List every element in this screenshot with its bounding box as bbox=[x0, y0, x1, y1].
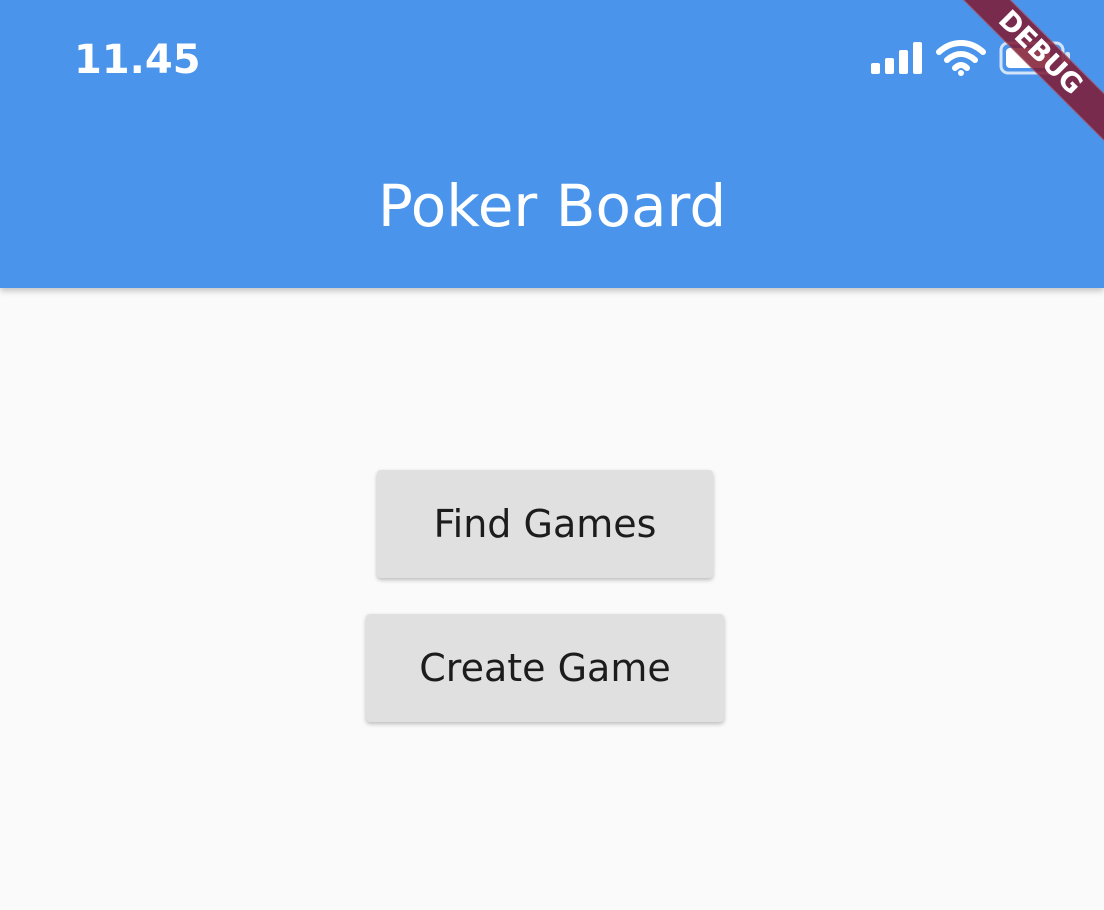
app-bar: 11.45 Poker Board bbox=[0, 0, 1104, 288]
status-time: 11.45 bbox=[74, 37, 201, 83]
find-games-button[interactable]: Find Games bbox=[377, 470, 713, 578]
page-title: Poker Board bbox=[377, 172, 727, 240]
main-content: Find Games Create Game bbox=[0, 288, 1104, 910]
wifi-icon bbox=[936, 40, 986, 76]
create-game-button[interactable]: Create Game bbox=[366, 614, 724, 722]
signal-icon bbox=[871, 42, 922, 74]
app-screen: 11.45 Poker Board DEBUG Find Games Creat… bbox=[0, 0, 1104, 910]
